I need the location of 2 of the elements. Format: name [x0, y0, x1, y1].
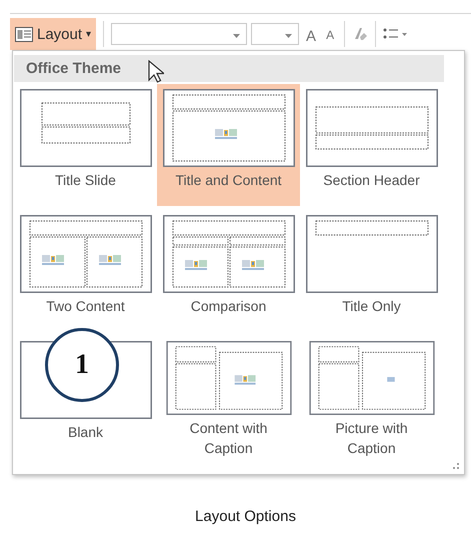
gallery-header: Office Theme — [14, 55, 444, 82]
figure-caption: Layout Options — [194, 508, 297, 525]
